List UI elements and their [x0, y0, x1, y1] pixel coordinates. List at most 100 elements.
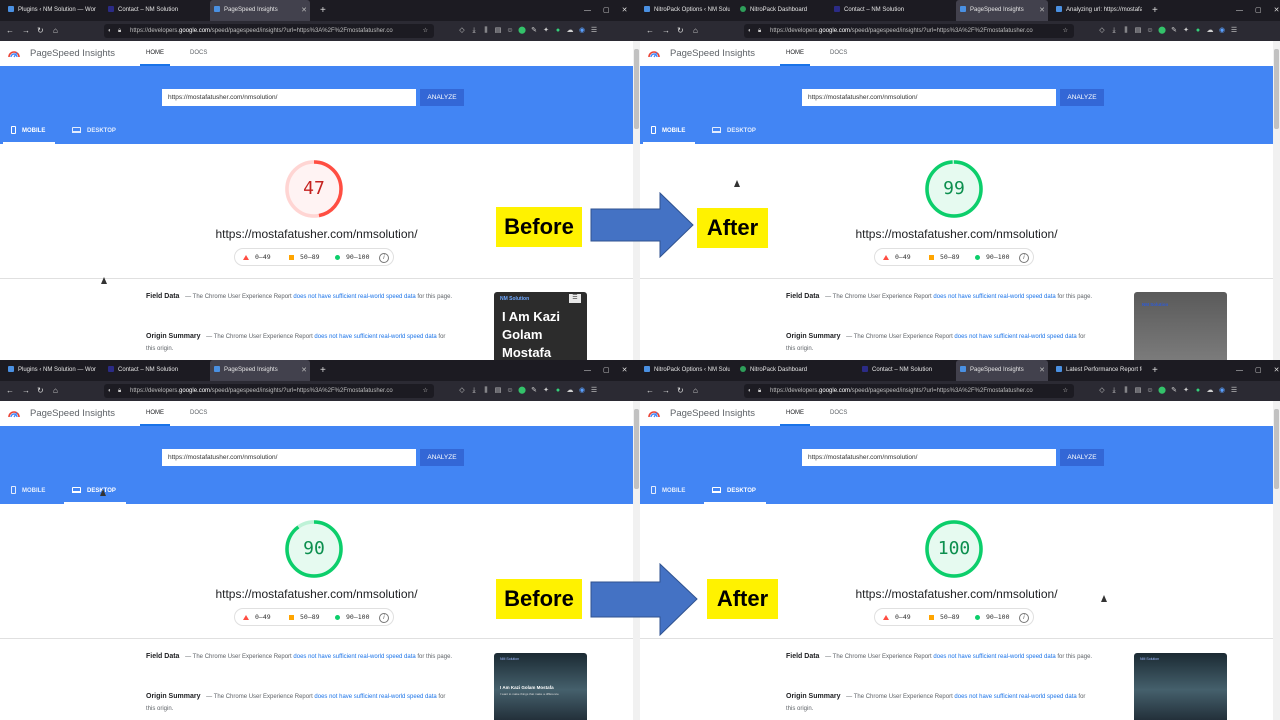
pocket-icon[interactable]: ◇: [1096, 381, 1108, 401]
crux-link[interactable]: does not have sufficient real-world spee…: [314, 334, 436, 340]
download-icon[interactable]: ⤓: [468, 381, 480, 401]
browser-tab[interactable]: PageSpeed Insights ✕: [210, 360, 310, 381]
menu-icon[interactable]: ☰: [588, 21, 600, 41]
scrollbar[interactable]: [1273, 41, 1280, 360]
extension-icon[interactable]: ✦: [540, 381, 552, 401]
pocket-icon[interactable]: ◇: [456, 21, 468, 41]
extension-icon[interactable]: ✦: [1180, 381, 1192, 401]
tab-mobile[interactable]: MOBILE: [2, 124, 56, 144]
crux-link[interactable]: does not have sufficient real-world spee…: [933, 294, 1055, 300]
info-icon[interactable]: i: [1019, 613, 1029, 623]
browser-tab[interactable]: Contact – NM Solution: [104, 0, 200, 21]
nav-docs[interactable]: DOCS: [190, 41, 207, 66]
address-bar[interactable]: ◐ 🔒︎ https://developers.google.com/speed/p…: [104, 24, 434, 38]
url-input[interactable]: [802, 449, 1056, 466]
nav-docs[interactable]: DOCS: [830, 401, 847, 426]
crux-link[interactable]: does not have sufficient real-world spee…: [314, 694, 436, 700]
home-icon[interactable]: ⌂: [53, 21, 58, 41]
close-window-icon[interactable]: ✕: [1274, 367, 1280, 374]
browser-tab[interactable]: Latest Performance Report for:: [1052, 360, 1142, 381]
tab-desktop[interactable]: DESKTOP: [72, 124, 116, 144]
extension-icon[interactable]: ⬤: [516, 381, 528, 401]
tab-mobile[interactable]: MOBILE: [11, 484, 45, 504]
forward-arrow-icon[interactable]: →: [22, 381, 30, 401]
menu-icon[interactable]: ☰: [1228, 381, 1240, 401]
maximize-icon[interactable]: ▢: [603, 7, 610, 14]
close-tab-icon[interactable]: ✕: [1039, 0, 1045, 21]
extension-icon[interactable]: ●: [1192, 21, 1204, 41]
close-window-icon[interactable]: ✕: [622, 367, 628, 374]
sidebar-icon[interactable]: ▤: [492, 21, 504, 41]
library-icon[interactable]: ⫼: [1120, 381, 1132, 401]
browser-tab[interactable]: Analyzing url: https://mostafat: [1052, 0, 1142, 21]
back-arrow-icon[interactable]: ←: [6, 21, 14, 41]
crux-link[interactable]: does not have sufficient real-world spee…: [293, 654, 415, 660]
browser-tab[interactable]: NitroPack Dashboard: [736, 360, 828, 381]
reload-icon[interactable]: ↻: [37, 381, 44, 401]
account-icon[interactable]: ☺: [504, 21, 516, 41]
back-arrow-icon[interactable]: ←: [646, 381, 654, 401]
info-icon[interactable]: i: [379, 253, 389, 263]
star-icon[interactable]: ☆: [1063, 384, 1068, 398]
scrollbar[interactable]: [1273, 401, 1280, 720]
minimize-icon[interactable]: —: [584, 7, 591, 14]
back-arrow-icon[interactable]: ←: [646, 21, 654, 41]
nav-home[interactable]: HOME: [140, 401, 170, 426]
analyze-button[interactable]: ANALYZE: [420, 449, 464, 466]
close-tab-icon[interactable]: ✕: [301, 360, 307, 381]
download-icon[interactable]: ⤓: [1108, 21, 1120, 41]
extension-icon[interactable]: ●: [1192, 381, 1204, 401]
close-tab-icon[interactable]: ✕: [1039, 360, 1045, 381]
extension-icon[interactable]: ⬤: [516, 21, 528, 41]
forward-arrow-icon[interactable]: →: [662, 381, 670, 401]
browser-tab[interactable]: PageSpeed Insights ✕: [956, 0, 1048, 21]
analyze-button[interactable]: ANALYZE: [1060, 449, 1104, 466]
new-tab-icon[interactable]: +: [320, 360, 326, 381]
browser-tab[interactable]: NitroPack Dashboard: [736, 0, 828, 21]
cloud-icon[interactable]: ☁: [564, 21, 576, 41]
nav-home[interactable]: HOME: [140, 41, 170, 66]
nav-docs[interactable]: DOCS: [190, 401, 207, 426]
account-icon[interactable]: ☺: [1144, 381, 1156, 401]
download-icon[interactable]: ⤓: [1108, 381, 1120, 401]
crux-link[interactable]: does not have sufficient real-world spee…: [933, 654, 1055, 660]
star-icon[interactable]: ☆: [1063, 24, 1068, 38]
browser-tab[interactable]: Plugins ‹ NM Solution — Word: [4, 360, 96, 381]
browser-tab[interactable]: Contact – NM Solution: [830, 0, 922, 21]
extension-icon[interactable]: ◉: [1216, 381, 1228, 401]
close-tab-icon[interactable]: ✕: [301, 0, 307, 21]
url-input[interactable]: [162, 449, 416, 466]
pen-icon[interactable]: ✎: [528, 381, 540, 401]
sidebar-icon[interactable]: ▤: [1132, 21, 1144, 41]
extension-icon[interactable]: ◉: [1216, 21, 1228, 41]
extension-icon[interactable]: ⬤: [1156, 381, 1168, 401]
library-icon[interactable]: ⫼: [1120, 21, 1132, 41]
account-icon[interactable]: ☺: [504, 381, 516, 401]
tab-mobile[interactable]: MOBILE: [642, 124, 696, 144]
scrollbar[interactable]: [633, 401, 640, 720]
library-icon[interactable]: ⫼: [480, 381, 492, 401]
star-icon[interactable]: ☆: [423, 24, 428, 38]
cloud-icon[interactable]: ☁: [1204, 381, 1216, 401]
cloud-icon[interactable]: ☁: [564, 381, 576, 401]
address-bar[interactable]: ◐ 🔒︎ https://developers.google.com/speed/p…: [104, 384, 434, 398]
extension-icon[interactable]: ●: [552, 381, 564, 401]
address-bar[interactable]: ◐ 🔒︎ https://developers.google.com/speed/p…: [744, 24, 1074, 38]
tab-desktop[interactable]: DESKTOP: [704, 484, 766, 504]
new-tab-icon[interactable]: +: [1152, 360, 1158, 381]
analyze-button[interactable]: ANALYZE: [420, 89, 464, 106]
url-input[interactable]: [802, 89, 1056, 106]
close-window-icon[interactable]: ✕: [622, 7, 628, 14]
pen-icon[interactable]: ✎: [1168, 21, 1180, 41]
tab-desktop[interactable]: DESKTOP: [712, 124, 756, 144]
cloud-icon[interactable]: ☁: [1204, 21, 1216, 41]
reload-icon[interactable]: ↻: [677, 21, 684, 41]
crux-link[interactable]: does not have sufficient real-world spee…: [293, 294, 415, 300]
crux-link[interactable]: does not have sufficient real-world spee…: [954, 334, 1076, 340]
browser-tab[interactable]: Contact – NM Solution: [858, 360, 950, 381]
new-tab-icon[interactable]: +: [1152, 0, 1158, 21]
maximize-icon[interactable]: ▢: [1255, 367, 1262, 374]
forward-arrow-icon[interactable]: →: [662, 21, 670, 41]
new-tab-icon[interactable]: +: [320, 0, 326, 21]
scrollbar-thumb[interactable]: [634, 409, 639, 489]
